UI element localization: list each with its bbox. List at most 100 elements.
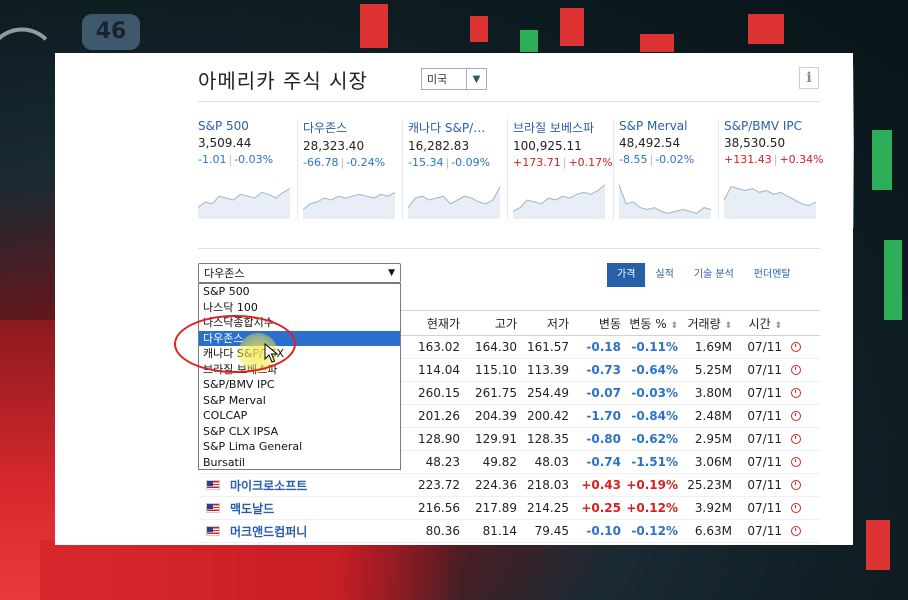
index-price: 100,925.11 (513, 139, 582, 153)
cell-last: 48.23 (425, 455, 460, 469)
cell-low: 218.03 (527, 478, 569, 492)
index-card[interactable]: S&P Merval 48,492.54 -8.55 | -0.02% (619, 119, 719, 223)
index-card[interactable]: 캐나다 S&P/… 16,282.83 -15.34 | -0.09% (408, 119, 508, 223)
header-low[interactable]: 저가 (517, 315, 569, 332)
divider (198, 248, 820, 249)
index-change-pct: +0.17% (568, 156, 613, 169)
index-change: +173.71 | +0.17% (513, 156, 613, 169)
dropdown-option[interactable]: 나스닥 100 (199, 300, 400, 316)
table-row[interactable]: 머크앤드컴퍼니 80.36 81.14 79.45 -0.10 -0.12% 6.63M 07… (198, 520, 820, 543)
sort-icon: ⬍ (774, 320, 782, 331)
candle-bar (872, 130, 892, 190)
table-row[interactable]: 마이크로소프트 223.72 224.36 218.03 +0.43 +0.19% 25.2… (198, 474, 820, 497)
cell-change: -1.70 (586, 409, 621, 423)
index-change-pct: +0.34% (779, 153, 824, 166)
stock-name[interactable]: 머크앤드컴퍼니 (230, 523, 307, 540)
dropdown-option[interactable]: S&P 500 (199, 284, 400, 300)
tab-1[interactable]: 실적 (645, 263, 684, 287)
cell-high: 261.75 (475, 386, 517, 400)
cell-last: 223.72 (418, 478, 460, 492)
card-divider (613, 119, 614, 219)
index-change: -66.78 | -0.24% (303, 156, 386, 169)
sparkline-area (408, 186, 500, 219)
candle-bar (520, 30, 538, 52)
index-price: 48,492.54 (619, 136, 681, 150)
dropdown-option[interactable]: S&P CLX IPSA (199, 424, 400, 440)
cell-change: -0.80 (586, 432, 621, 446)
dropdown-option[interactable]: Bursatil (199, 455, 400, 471)
index-card[interactable]: S&P 500 3,509.44 -1.01 | -0.03% (198, 119, 298, 223)
header-last[interactable]: 현재가 (398, 315, 460, 332)
phone-red-panel-bottom (40, 540, 460, 600)
us-flag-icon (206, 480, 220, 490)
index-card[interactable]: 다우존스 28,323.40 -66.78 | -0.24% (303, 119, 403, 223)
card-divider (297, 119, 298, 219)
index-dropdown-list: S&P 500나스닥 100나스닥종합지수다우존스캐나다 S&P/TSX브라질 … (198, 283, 401, 470)
index-name[interactable]: S&P 500 (198, 119, 298, 133)
stock-name[interactable]: 맥도날드 (230, 500, 274, 517)
sparkline-area (303, 192, 395, 219)
dropdown-option[interactable]: S&P Lima General (199, 439, 400, 455)
header-high[interactable]: 고가 (460, 315, 517, 332)
index-change: -8.55 | -0.02% (619, 153, 695, 166)
sparkline-area (513, 184, 605, 219)
sparkline-chart (724, 186, 816, 219)
cell-high: 115.10 (475, 363, 517, 377)
card-divider (718, 119, 719, 219)
cell-change: -0.73 (586, 363, 621, 377)
country-select-value: 미국 (427, 73, 448, 86)
index-name[interactable]: 브라질 보베스파 (513, 119, 613, 136)
cell-time: 07/11 (747, 409, 782, 423)
clock-icon (791, 526, 801, 536)
header-time[interactable]: 시간 ⬍ (732, 315, 782, 332)
cell-time: 07/11 (747, 501, 782, 515)
candle-bar (640, 34, 674, 52)
cell-change-pct: -0.64% (631, 363, 678, 377)
index-select[interactable]: 다우존스 ▼ (198, 263, 401, 283)
index-name[interactable]: S&P/BMV IPC (724, 119, 824, 133)
stock-name[interactable]: 마이크로소프트 (230, 477, 307, 494)
info-icon[interactable]: i (799, 67, 819, 89)
index-change: +131.43 | +0.34% (724, 153, 824, 166)
cell-low: 128.35 (527, 432, 569, 446)
dropdown-option[interactable]: S&P Merval (199, 393, 400, 409)
cell-name: 마이크로소프트 (198, 477, 398, 494)
index-card[interactable]: S&P/BMV IPC 38,530.50 +131.43 | +0.34% (724, 119, 824, 223)
candle-bar (360, 4, 388, 48)
index-card[interactable]: 브라질 보베스파 100,925.11 +173.71 | +0.17% (513, 119, 613, 223)
index-name[interactable]: 다우존스 (303, 119, 403, 136)
country-select[interactable]: 미국 ▼ (421, 68, 487, 90)
header-change-pct[interactable]: 변동 % ⬍ (621, 315, 678, 332)
cell-volume: 5.25M (694, 363, 732, 377)
clock-icon (791, 480, 801, 490)
cell-high: 49.82 (482, 455, 517, 469)
cell-volume: 6.63M (694, 524, 732, 538)
tab-0[interactable]: 가격 (607, 263, 646, 287)
clock-icon (791, 434, 801, 444)
cell-last: 163.02 (418, 340, 460, 354)
table-row[interactable]: 맥도날드 216.56 217.89 214.25 +0.25 +0.12% 3.92M 07… (198, 497, 820, 520)
us-flag-icon (206, 526, 220, 536)
cell-low: 48.03 (534, 455, 569, 469)
cell-volume: 25.23M (687, 478, 732, 492)
index-change-value: -8.55 (619, 153, 648, 166)
tab-3[interactable]: 펀더멘탈 (743, 263, 801, 287)
cell-time: 07/11 (747, 340, 782, 354)
cell-time: 07/11 (747, 478, 782, 492)
cell-last: 260.15 (418, 386, 460, 400)
index-name[interactable]: 캐나다 S&P/… (408, 119, 508, 136)
divider (198, 101, 820, 102)
header-volume[interactable]: 거래량 ⬍ (678, 315, 733, 332)
dropdown-option[interactable]: S&P/BMV IPC (199, 377, 400, 393)
index-select-value: 다우존스 (204, 267, 245, 280)
dropdown-option[interactable]: COLCAP (199, 408, 400, 424)
cell-change: -0.07 (586, 386, 621, 400)
index-name[interactable]: S&P Merval (619, 119, 719, 133)
clock-icon (791, 388, 801, 398)
index-price: 16,282.83 (408, 139, 470, 153)
cell-clock (782, 526, 810, 536)
tab-2[interactable]: 기술 분석 (683, 263, 744, 287)
sparkline-chart (513, 184, 605, 219)
index-change-value: -15.34 (408, 156, 444, 169)
header-change[interactable]: 변동 (569, 315, 621, 332)
